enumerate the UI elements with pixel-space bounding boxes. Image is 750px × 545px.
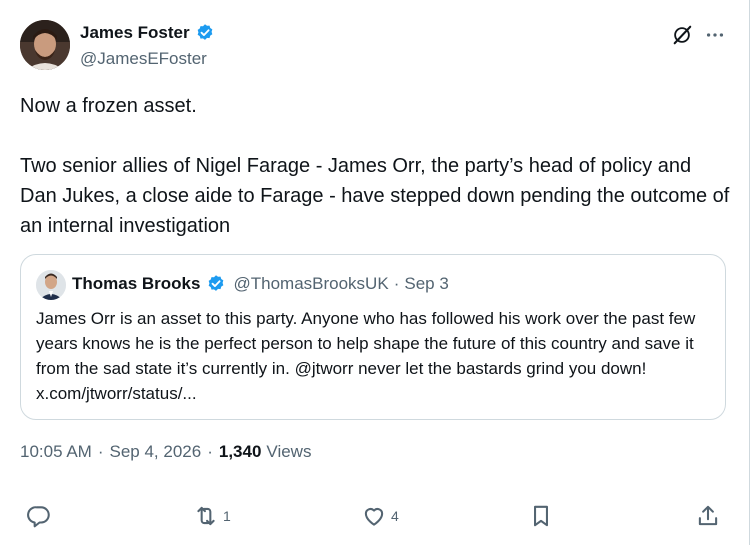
separator-dot: · — [207, 442, 213, 461]
bookmark-button[interactable] — [528, 503, 554, 529]
share-icon — [698, 505, 718, 526]
tweet-meta: 10:05 AM · Sep 4, 2026 · 1,340 Views — [20, 442, 311, 462]
quoted-date[interactable]: Sep 3 — [404, 274, 448, 294]
separator-dot: · — [393, 274, 400, 293]
repost-count: 1 — [223, 508, 231, 524]
grok-icon[interactable] — [671, 24, 693, 46]
quoted-tweet[interactable]: Thomas Brooks @ThomasBrooksUK · Sep 3 Ja… — [20, 254, 726, 420]
repost-button[interactable]: 1 — [193, 503, 231, 529]
like-button[interactable]: 4 — [361, 503, 399, 529]
tweet-text: Now a frozen asset. Two senior allies of… — [20, 95, 730, 237]
reply-icon — [27, 506, 50, 528]
verified-badge-icon — [209, 275, 224, 291]
quoted-author-name[interactable]: Thomas Brooks — [72, 274, 200, 294]
quoted-author-handle: @ThomasBrooksUK — [233, 274, 389, 293]
quoted-tweet-text: James Orr is an asset to this party. Any… — [36, 309, 696, 403]
author-handle[interactable]: @JamesEFoster — [80, 49, 207, 69]
separator-dot: · — [97, 442, 104, 461]
tweet-time[interactable]: 10:05 AM — [20, 442, 92, 462]
heart-icon — [364, 508, 384, 526]
verified-badge-icon — [197, 24, 212, 40]
author-name[interactable]: James Foster — [80, 23, 190, 43]
reply-button[interactable] — [26, 503, 56, 529]
more-options-icon[interactable] — [704, 24, 726, 46]
views-label: Views — [266, 442, 312, 461]
like-count: 4 — [391, 508, 399, 524]
bookmark-icon — [534, 505, 548, 527]
author-avatar[interactable] — [20, 20, 70, 70]
share-button[interactable] — [695, 503, 721, 529]
repost-icon — [197, 506, 215, 526]
quoted-author-avatar[interactable] — [36, 270, 66, 300]
views-count: 1,340 — [218, 442, 262, 461]
tweet-date[interactable]: Sep 4, 2026 — [110, 442, 202, 462]
